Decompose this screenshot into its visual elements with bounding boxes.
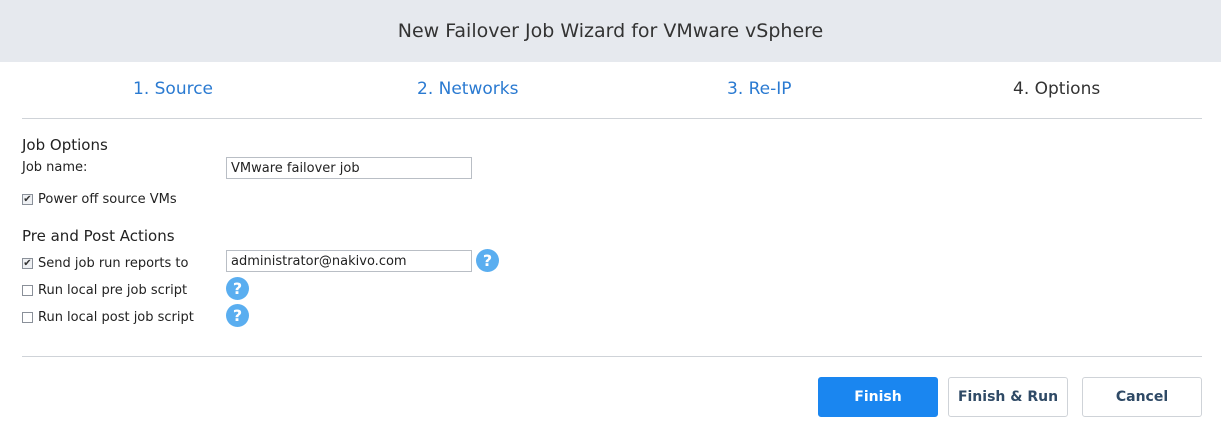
tab-source[interactable]: 1. Source	[133, 79, 213, 99]
post-script-checkbox-row[interactable]: Run local post job script	[22, 310, 194, 325]
help-icon[interactable]: ?	[476, 249, 499, 272]
cancel-button[interactable]: Cancel	[1082, 377, 1202, 417]
job-options-heading: Job Options	[22, 136, 108, 154]
post-script-label: Run local post job script	[38, 310, 194, 325]
power-off-checkbox[interactable]: ✔	[22, 194, 33, 205]
divider-top	[22, 118, 1202, 119]
help-icon[interactable]: ?	[226, 304, 249, 327]
pre-script-checkbox-row[interactable]: Run local pre job script	[22, 283, 187, 298]
wizard-header: New Failover Job Wizard for VMware vSphe…	[0, 0, 1221, 62]
post-script-checkbox[interactable]	[22, 312, 33, 323]
divider-bottom	[22, 356, 1202, 357]
job-name-input[interactable]	[226, 157, 472, 179]
wizard-steps: 1. Source 2. Networks 3. Re-IP 4. Option…	[0, 62, 1221, 118]
send-reports-checkbox-row[interactable]: ✔ Send job run reports to	[22, 256, 188, 271]
finish-button[interactable]: Finish	[818, 377, 938, 417]
finish-and-run-button[interactable]: Finish & Run	[948, 377, 1068, 417]
pre-post-actions-heading: Pre and Post Actions	[22, 227, 175, 245]
tab-options[interactable]: 4. Options	[1013, 79, 1100, 99]
pre-script-checkbox[interactable]	[22, 285, 33, 296]
pre-script-label: Run local pre job script	[38, 283, 188, 298]
job-name-label: Job name:	[22, 160, 88, 175]
power-off-checkbox-row[interactable]: ✔ Power off source VMs	[22, 192, 177, 207]
check-icon: ✔	[23, 193, 32, 205]
email-input[interactable]	[226, 250, 472, 272]
tab-networks[interactable]: 2. Networks	[417, 79, 518, 99]
send-reports-checkbox[interactable]: ✔	[22, 258, 33, 269]
help-icon[interactable]: ?	[226, 277, 249, 300]
check-icon: ✔	[23, 257, 32, 269]
wizard-title: New Failover Job Wizard for VMware vSphe…	[397, 20, 824, 42]
send-reports-label: Send job run reports to	[38, 256, 189, 271]
power-off-label: Power off source VMs	[38, 192, 177, 207]
tab-re-ip[interactable]: 3. Re-IP	[727, 79, 792, 99]
